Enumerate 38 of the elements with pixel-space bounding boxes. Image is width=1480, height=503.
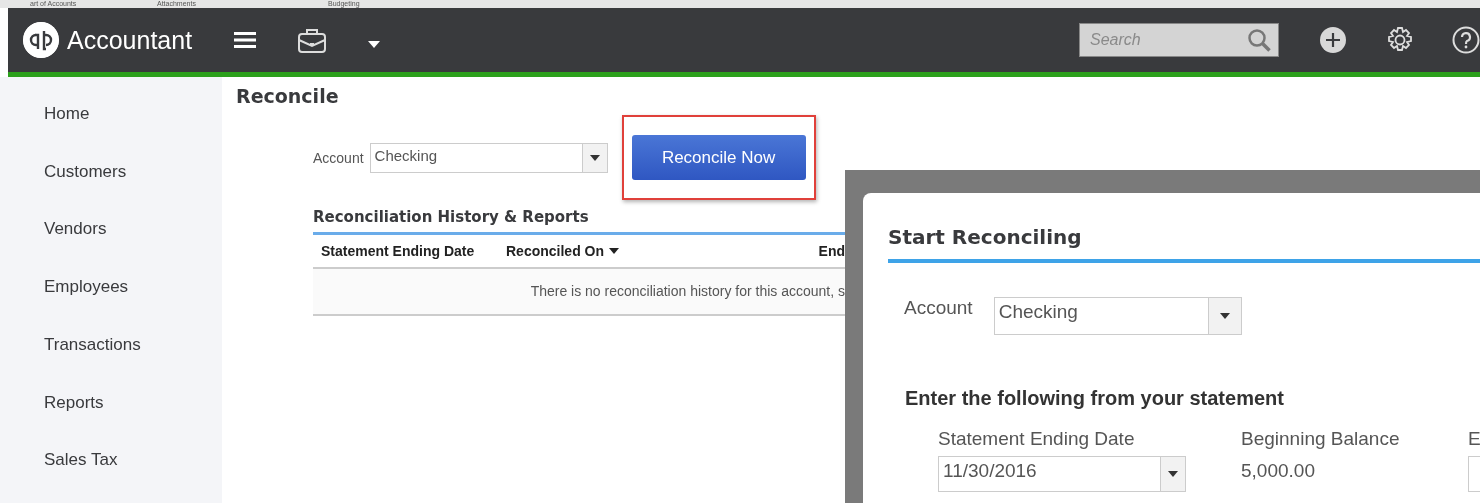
help-icon[interactable]: [1452, 26, 1480, 54]
menu-icon[interactable]: [234, 32, 257, 48]
nav-item[interactable]: Sales Tax: [0, 445, 222, 503]
search-icon: [1247, 28, 1271, 52]
dialog-title: Start Reconciling: [888, 225, 1480, 263]
nav-item[interactable]: Vendors: [0, 214, 222, 273]
nav-item[interactable]: Home: [0, 99, 222, 157]
account-label: Account: [904, 297, 973, 319]
account-dropdown[interactable]: Checking: [993, 297, 1242, 335]
field-label: E: [1468, 428, 1480, 450]
plus-icon[interactable]: [1319, 26, 1347, 54]
settings-icon[interactable]: [1386, 26, 1414, 54]
balance-value: 5,000.00: [1241, 459, 1316, 482]
reconcile-now-button[interactable]: Reconcile Now: [631, 135, 806, 180]
nav-item[interactable]: Transactions: [0, 329, 222, 388]
briefcase-icon[interactable]: [298, 27, 327, 53]
caret-icon: [1168, 471, 1178, 477]
account-dropdown[interactable]: Checking: [369, 142, 608, 173]
caret-icon: [1219, 313, 1230, 319]
date-dropdown[interactable]: 11/30/2016: [938, 456, 1186, 492]
column-header[interactable]: Statement Ending Date: [321, 243, 506, 259]
nav-item[interactable]: Customers: [0, 156, 222, 215]
field-label: Beginning Balance: [1241, 428, 1401, 450]
section-title: Reconciliation History & Reports: [313, 208, 845, 235]
nav-item[interactable]: Employees: [0, 272, 222, 330]
column-header[interactable]: Reconciled On: [506, 243, 819, 259]
section-heading: Enter the following from your statement: [905, 387, 1285, 410]
logo-icon: [23, 22, 59, 58]
search-field[interactable]: Search: [1079, 23, 1279, 57]
caret-icon: [589, 154, 600, 161]
empty-message: There is no reconciliation history for this account, s: [313, 269, 845, 316]
page-title: Reconcile: [236, 85, 340, 107]
caret-icon[interactable]: [368, 41, 381, 49]
account-label: Account: [313, 149, 364, 166]
product-name: Accountant: [67, 25, 193, 55]
nav-item[interactable]: Reports: [0, 387, 222, 446]
field-label: Statement Ending Date: [938, 428, 1136, 450]
column-header[interactable]: End: [818, 243, 845, 259]
